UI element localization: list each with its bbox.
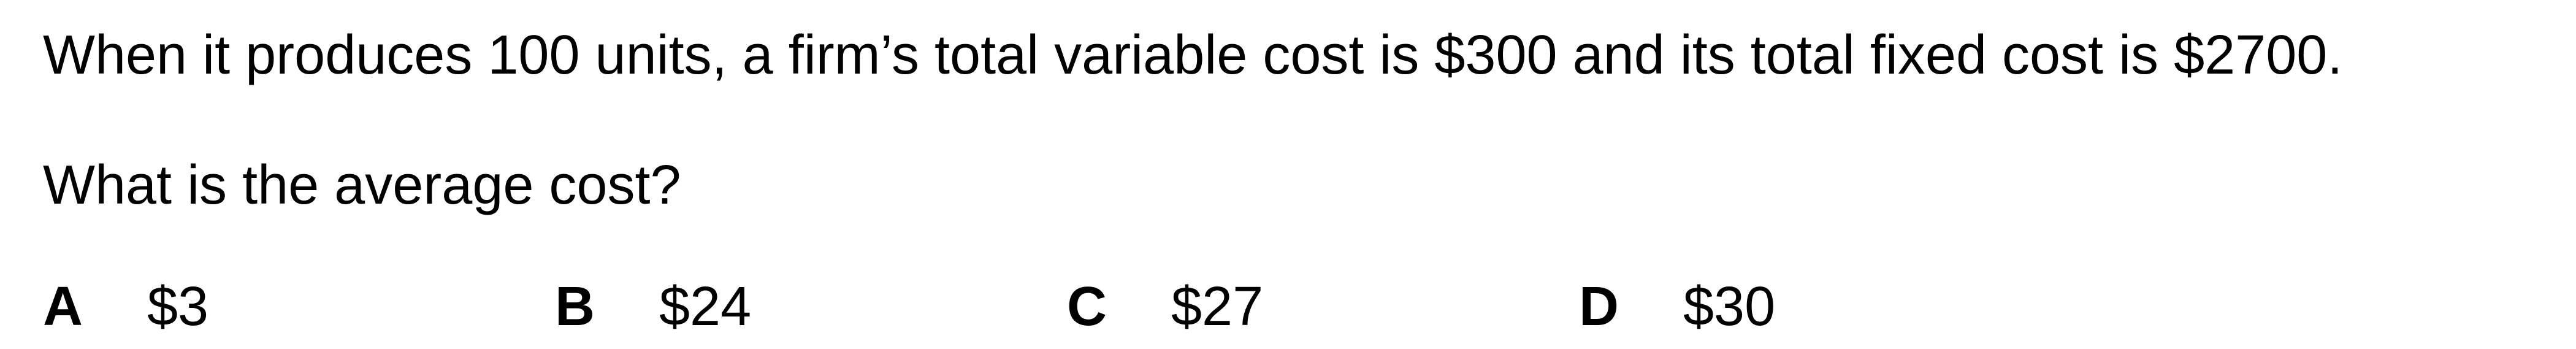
option-text: $24 <box>659 276 752 337</box>
option-text: $3 <box>147 276 209 337</box>
option-letter: B <box>555 276 595 337</box>
option-letter: C <box>1067 276 1107 337</box>
option-letter: A <box>43 276 83 337</box>
option-letter: D <box>1579 276 1619 337</box>
question-prompt: What is the average cost? <box>43 155 681 216</box>
option-text: $27 <box>1171 276 1264 337</box>
question-stem: When it produces 100 units, a firm’s tot… <box>43 25 2343 86</box>
option-text: $30 <box>1683 276 1776 337</box>
